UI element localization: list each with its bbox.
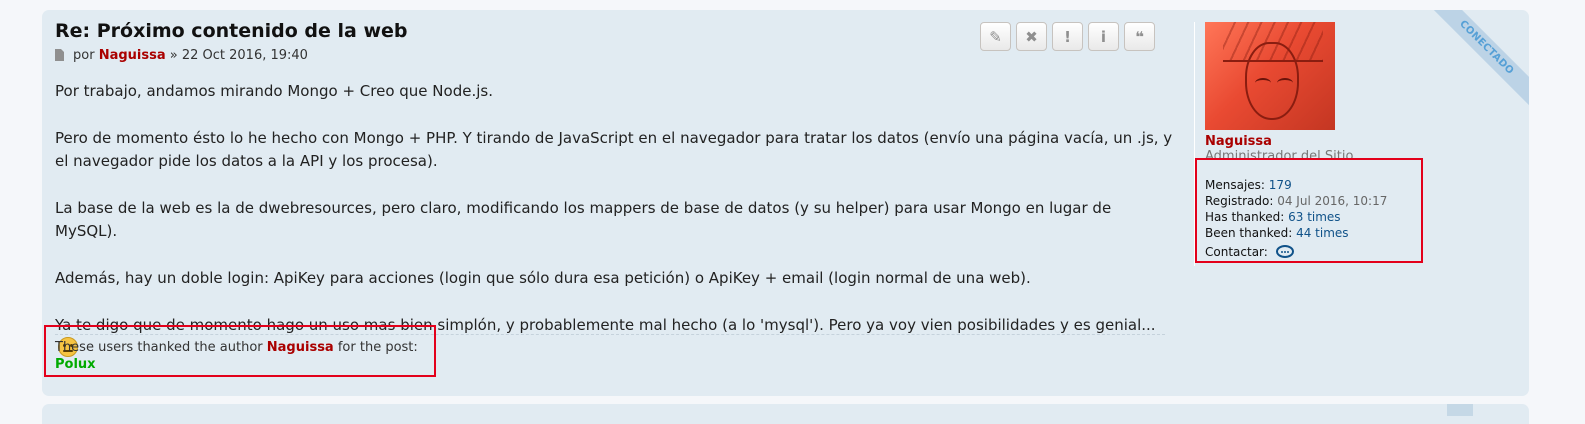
online-status-ribbon: CONECTADO [1425, 10, 1529, 109]
post-paragraph: Pero de momento ésto lo he hecho con Mon… [55, 129, 1173, 170]
next-post-container [42, 404, 1529, 424]
post-document-icon[interactable] [55, 49, 64, 61]
quote-icon: ❝ [1135, 27, 1144, 46]
post-title[interactable]: Re: Próximo contenido de la web [55, 20, 408, 42]
exclamation-icon: ! [1064, 27, 1071, 46]
user-avatar[interactable] [1205, 22, 1335, 130]
post-meta: por Naguissa » 22 Oct 2016, 19:40 [55, 48, 308, 63]
next-post-ribbon [1447, 404, 1473, 416]
close-icon: ✖ [1025, 27, 1038, 46]
highlight-box-thanks [44, 325, 436, 377]
post-paragraph: La base de la web es la de dwebresources… [55, 199, 1112, 240]
post-paragraph: Por trabajo, andamos mirando Mongo + Cre… [55, 82, 493, 100]
post-action-buttons: ✎ ✖ ! i ❝ [980, 22, 1155, 51]
post-by-label: por [73, 48, 95, 63]
avatar-eye [1255, 78, 1271, 88]
info-button[interactable]: i [1088, 22, 1119, 51]
post-author-link[interactable]: Naguissa [99, 48, 166, 63]
pencil-icon: ✎ [989, 27, 1002, 46]
quote-button[interactable]: ❝ [1124, 22, 1155, 51]
profile-username[interactable]: Naguissa [1205, 134, 1272, 149]
post-content: Por trabajo, andamos mirando Mongo + Cre… [55, 80, 1175, 360]
delete-button[interactable]: ✖ [1016, 22, 1047, 51]
post-date: » 22 Oct 2016, 19:40 [169, 48, 308, 63]
edit-button[interactable]: ✎ [980, 22, 1011, 51]
report-button[interactable]: ! [1052, 22, 1083, 51]
post-paragraph: Además, hay un doble login: ApiKey para … [55, 269, 1031, 287]
avatar-eye [1277, 78, 1293, 88]
info-icon: i [1100, 27, 1107, 46]
highlight-box-stats [1195, 158, 1423, 263]
